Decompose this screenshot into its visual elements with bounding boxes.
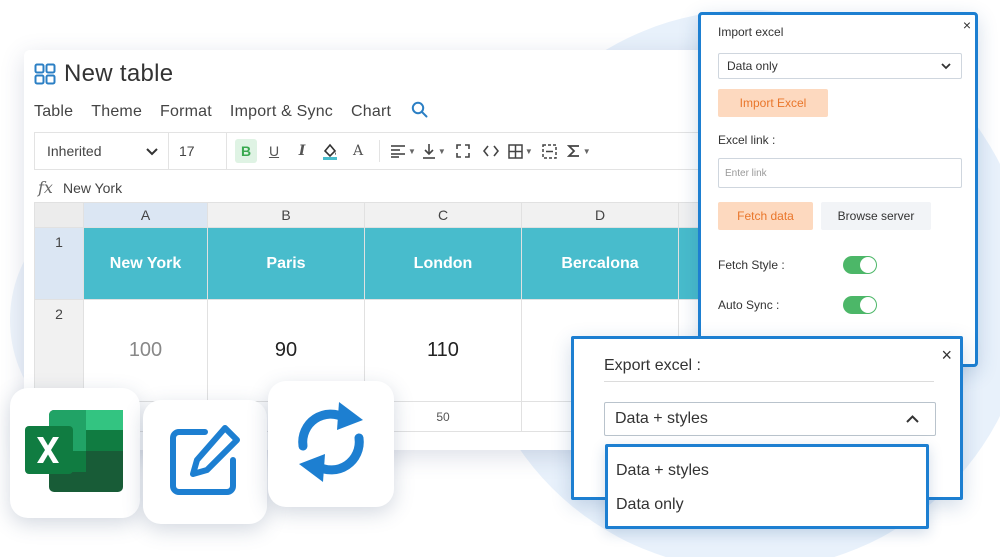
export-mode-select[interactable]: Data + styles <box>604 402 936 436</box>
code-icon[interactable] <box>480 139 502 163</box>
export-panel-title: Export excel : <box>604 357 701 374</box>
fill-color-icon[interactable] <box>319 139 341 163</box>
toolbar-divider <box>379 140 380 162</box>
table-cell[interactable]: London <box>365 228 522 300</box>
excel-link-label: Excel link : <box>718 133 776 147</box>
fetch-data-button[interactable]: Fetch data <box>718 202 813 230</box>
column-header-row: A B C D <box>34 202 719 228</box>
grid-icon <box>34 63 56 85</box>
table-cell[interactable]: 100 <box>84 300 208 402</box>
toolbar-buttons: B U I A ▼ ▼ ▼ ▼ <box>227 139 591 163</box>
import-mode-select[interactable]: Data only <box>718 53 962 79</box>
import-panel-title: Import excel <box>718 25 784 39</box>
fetch-style-toggle[interactable] <box>843 256 877 274</box>
grid-corner[interactable] <box>34 202 84 228</box>
page-title: New table <box>64 60 174 87</box>
column-header-d[interactable]: D <box>522 202 679 228</box>
menubar: Table Theme Format Import & Sync Chart <box>34 100 428 123</box>
column-header-c[interactable]: C <box>365 202 522 228</box>
row-header-2[interactable]: 2 <box>34 300 84 402</box>
menu-table[interactable]: Table <box>34 103 73 121</box>
menu-theme[interactable]: Theme <box>91 103 142 121</box>
align-left-icon[interactable]: ▼ <box>390 139 416 163</box>
auto-sync-toggle[interactable] <box>843 296 877 314</box>
sync-tile[interactable] <box>268 381 394 507</box>
title-row: New table <box>34 60 173 88</box>
chevron-down-icon <box>941 59 951 73</box>
import-excel-button[interactable]: Import Excel <box>718 89 828 117</box>
edit-tile[interactable] <box>143 400 267 524</box>
search-icon[interactable] <box>411 101 428 123</box>
divider <box>604 381 934 382</box>
underline-button[interactable]: U <box>263 139 285 163</box>
table-cell[interactable]: Bercalona <box>522 228 679 300</box>
menu-format[interactable]: Format <box>160 103 212 121</box>
vertical-align-icon[interactable]: ▼ <box>422 139 446 163</box>
menu-chart[interactable]: Chart <box>351 103 391 121</box>
font-family-select[interactable]: Inherited <box>34 133 169 169</box>
chevron-down-icon <box>146 143 158 159</box>
import-mode-value: Data only <box>727 59 778 73</box>
format-toolbar: Inherited 17 B U I A ▼ ▼ ▼ ▼ <box>34 132 724 170</box>
table-grid-icon[interactable]: ▼ <box>508 139 533 163</box>
font-size-value: 17 <box>179 143 195 159</box>
fetch-style-label: Fetch Style : <box>718 258 785 272</box>
table-row: 1 New York Paris London Bercalona <box>34 228 719 300</box>
formula-bar: fx New York <box>38 178 122 197</box>
merge-cells-icon[interactable] <box>539 139 561 163</box>
export-mode-value: Data + styles <box>615 410 708 427</box>
column-header-b[interactable]: B <box>208 202 365 228</box>
bold-button[interactable]: B <box>235 139 257 163</box>
font-family-value: Inherited <box>47 143 102 159</box>
formula-value[interactable]: New York <box>63 180 122 196</box>
export-option-data-styles[interactable]: Data + styles <box>616 462 709 480</box>
excel-link-input[interactable] <box>718 158 962 188</box>
menu-import-sync[interactable]: Import & Sync <box>230 103 333 121</box>
italic-button[interactable]: I <box>291 139 313 163</box>
fullscreen-icon[interactable] <box>452 139 474 163</box>
chevron-up-icon <box>906 410 919 428</box>
export-option-data-only[interactable]: Data only <box>616 496 684 514</box>
table-cell[interactable]: Paris <box>208 228 365 300</box>
excel-tile[interactable] <box>10 388 140 518</box>
close-icon[interactable]: × <box>941 345 952 366</box>
export-mode-dropdown: Data + styles Data only <box>605 444 929 529</box>
browse-server-button[interactable]: Browse server <box>821 202 931 230</box>
auto-sync-label: Auto Sync : <box>718 298 780 312</box>
sum-icon[interactable]: ▼ <box>566 139 591 163</box>
text-color-button[interactable]: A <box>347 139 369 163</box>
excel-logo-icon <box>23 406 127 501</box>
edit-icon <box>165 420 245 505</box>
font-size-input[interactable]: 17 <box>169 133 227 169</box>
close-icon[interactable]: × <box>963 17 971 33</box>
column-header-a[interactable]: A <box>84 202 208 228</box>
fx-icon: fx <box>38 178 53 197</box>
table-cell[interactable]: New York <box>84 228 208 300</box>
row-header-1[interactable]: 1 <box>34 228 84 300</box>
sync-icon <box>289 394 373 495</box>
import-excel-panel: × Import excel Data only Import Excel Ex… <box>698 12 978 367</box>
